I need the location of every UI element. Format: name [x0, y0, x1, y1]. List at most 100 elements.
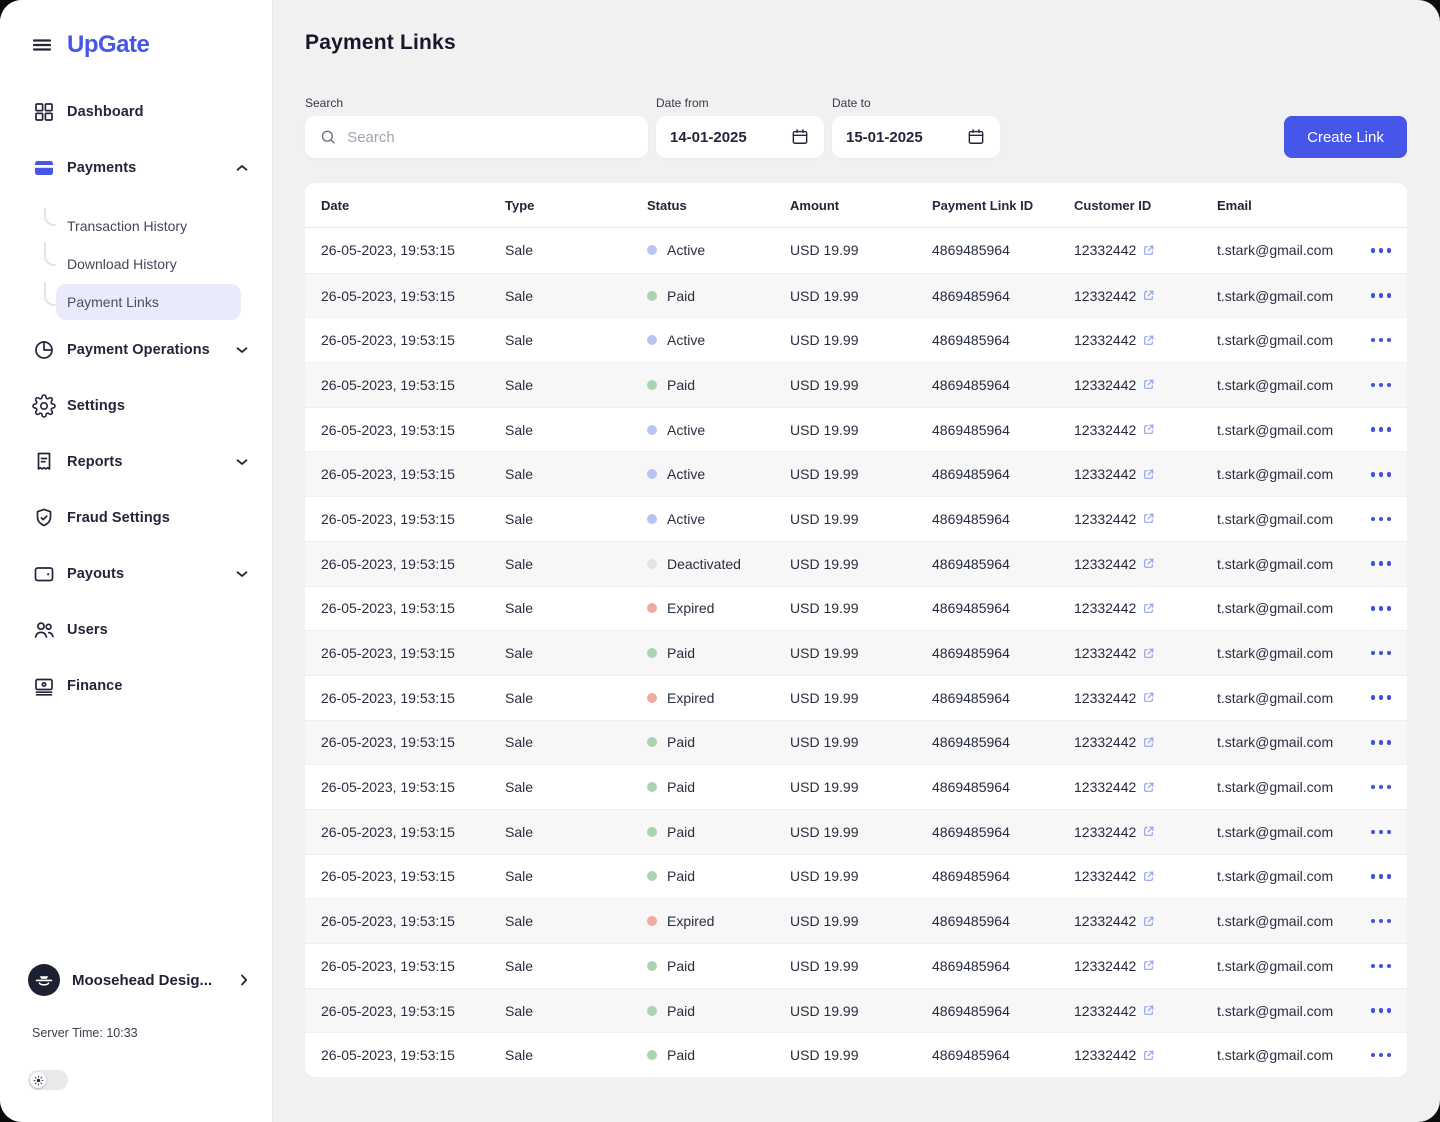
row-actions-button[interactable] — [1371, 468, 1392, 481]
table-row: 26-05-2023, 19:53:15 Sale Paid USD 19.99… — [305, 273, 1407, 318]
cell-type: Sale — [505, 332, 647, 348]
search-input[interactable] — [347, 129, 634, 146]
cell-type: Sale — [505, 511, 647, 527]
calendar-icon[interactable] — [966, 127, 986, 147]
row-actions-button[interactable] — [1371, 691, 1392, 704]
cell-payment-link-id: 4869485964 — [932, 332, 1074, 348]
customer-id-value: 12332442 — [1074, 779, 1136, 795]
hamburger-menu-icon[interactable] — [30, 33, 54, 57]
cell-date: 26-05-2023, 19:53:15 — [321, 1003, 505, 1019]
cell-customer-id: 12332442 — [1074, 288, 1217, 304]
status-label: Expired — [667, 690, 714, 706]
theme-toggle[interactable] — [28, 1070, 68, 1090]
row-actions-button[interactable] — [1371, 1004, 1392, 1017]
sidebar-item-dashboard[interactable]: Dashboard — [0, 96, 272, 128]
row-actions-button[interactable] — [1371, 423, 1392, 436]
customer-id-value: 12332442 — [1074, 600, 1136, 616]
status-label: Paid — [667, 958, 695, 974]
date-from-input[interactable] — [670, 129, 790, 146]
cell-date: 26-05-2023, 19:53:15 — [321, 466, 505, 482]
row-actions-button[interactable] — [1371, 244, 1392, 257]
sidebar-item-settings[interactable]: Settings — [0, 390, 272, 422]
external-link-icon[interactable] — [1142, 244, 1155, 257]
row-actions-button[interactable] — [1371, 647, 1392, 660]
theme-toggle-knob — [30, 1072, 46, 1088]
wallet-icon — [32, 562, 56, 586]
sidebar-item-download-history[interactable]: Download History — [56, 246, 241, 282]
external-link-icon[interactable] — [1142, 378, 1155, 391]
sidebar-item-label: Users — [67, 622, 108, 638]
external-link-icon[interactable] — [1142, 870, 1155, 883]
sidebar-item-users[interactable]: Users — [0, 614, 272, 646]
external-link-icon[interactable] — [1142, 691, 1155, 704]
row-actions-button[interactable] — [1371, 915, 1392, 928]
cell-type: Sale — [505, 1047, 647, 1063]
status-dot — [647, 1050, 657, 1060]
cell-status: Paid — [647, 824, 790, 840]
cell-status: Paid — [647, 645, 790, 661]
cell-date: 26-05-2023, 19:53:15 — [321, 734, 505, 750]
table-header: DateTypeStatusAmountPayment Link IDCusto… — [305, 183, 1407, 228]
sidebar-item-transaction-history[interactable]: Transaction History — [56, 208, 241, 244]
cell-type: Sale — [505, 1003, 647, 1019]
row-actions-button[interactable] — [1371, 289, 1392, 302]
external-link-icon[interactable] — [1142, 423, 1155, 436]
row-actions-button[interactable] — [1371, 736, 1392, 749]
cell-customer-id: 12332442 — [1074, 913, 1217, 929]
sidebar-item-payouts[interactable]: Payouts — [0, 558, 272, 590]
external-link-icon[interactable] — [1142, 1004, 1155, 1017]
external-link-icon[interactable] — [1142, 647, 1155, 660]
create-link-button[interactable]: Create Link — [1284, 116, 1407, 158]
cell-type: Sale — [505, 466, 647, 482]
cell-status: Expired — [647, 690, 790, 706]
calendar-icon[interactable] — [790, 127, 810, 147]
status-label: Deactivated — [667, 556, 741, 572]
row-actions-button[interactable] — [1371, 379, 1392, 392]
date-to-input[interactable] — [846, 129, 966, 146]
sidebar-item-finance[interactable]: Finance — [0, 670, 272, 702]
row-actions-button[interactable] — [1371, 1049, 1392, 1062]
external-link-icon[interactable] — [1142, 557, 1155, 570]
row-actions-button[interactable] — [1371, 513, 1392, 526]
row-actions-button[interactable] — [1371, 781, 1392, 794]
status-label: Active — [667, 466, 705, 482]
external-link-icon[interactable] — [1142, 736, 1155, 749]
customer-id-value: 12332442 — [1074, 242, 1136, 258]
external-link-icon[interactable] — [1142, 334, 1155, 347]
account-switcher[interactable]: Moosehead Desig... — [28, 964, 248, 996]
customer-id-value: 12332442 — [1074, 645, 1136, 661]
external-link-icon[interactable] — [1142, 781, 1155, 794]
external-link-icon[interactable] — [1142, 915, 1155, 928]
row-actions-button[interactable] — [1371, 870, 1392, 883]
external-link-icon[interactable] — [1142, 1049, 1155, 1062]
sun-icon — [33, 1075, 44, 1086]
status-dot — [647, 693, 657, 703]
sidebar-item-payment-operations[interactable]: Payment Operations — [0, 334, 272, 366]
cell-amount: USD 19.99 — [790, 332, 932, 348]
sidebar-item-payments[interactable]: Payments — [0, 152, 272, 184]
cell-date: 26-05-2023, 19:53:15 — [321, 332, 505, 348]
row-actions-button[interactable] — [1371, 826, 1392, 839]
cell-type: Sale — [505, 288, 647, 304]
customer-id-value: 12332442 — [1074, 422, 1136, 438]
table-row: 26-05-2023, 19:53:15 Sale Paid USD 19.99… — [305, 854, 1407, 899]
external-link-icon[interactable] — [1142, 512, 1155, 525]
sidebar-item-reports[interactable]: Reports — [0, 446, 272, 478]
external-link-icon[interactable] — [1142, 602, 1155, 615]
sidebar-item-payment-links[interactable]: Payment Links — [56, 284, 241, 320]
row-actions-button[interactable] — [1371, 602, 1392, 615]
external-link-icon[interactable] — [1142, 468, 1155, 481]
row-actions-button[interactable] — [1371, 960, 1392, 973]
row-actions-button[interactable] — [1371, 557, 1392, 570]
status-label: Paid — [667, 734, 695, 750]
external-link-icon[interactable] — [1142, 289, 1155, 302]
sidebar-item-fraud-settings[interactable]: Fraud Settings — [0, 502, 272, 534]
cell-type: Sale — [505, 824, 647, 840]
sidebar-item-label: Payouts — [67, 566, 124, 582]
cell-amount: USD 19.99 — [790, 868, 932, 884]
external-link-icon[interactable] — [1142, 825, 1155, 838]
external-link-icon[interactable] — [1142, 959, 1155, 972]
cell-payment-link-id: 4869485964 — [932, 958, 1074, 974]
row-actions-button[interactable] — [1371, 334, 1392, 347]
status-dot — [647, 335, 657, 345]
